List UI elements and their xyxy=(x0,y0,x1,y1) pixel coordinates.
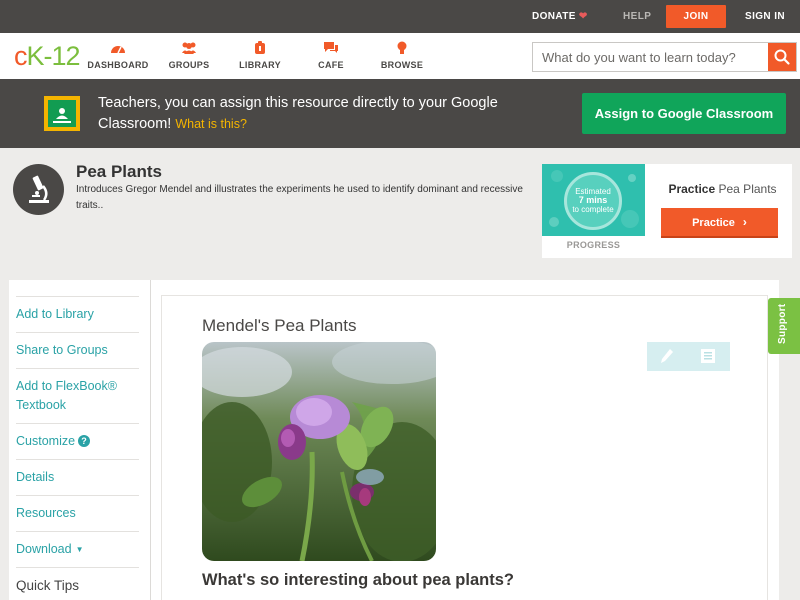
pencil-icon[interactable] xyxy=(661,349,673,363)
estimated-time-badge: Estimated 7 mins to complete xyxy=(564,172,622,230)
logo-num: 12 xyxy=(51,41,81,71)
donate-link[interactable]: DONATE ❤ xyxy=(532,0,588,33)
groups-icon xyxy=(182,42,196,54)
help-link[interactable]: HELP xyxy=(623,0,651,33)
nav-label: DASHBOARD xyxy=(87,60,149,70)
caret-down-icon: ▼ xyxy=(75,545,84,554)
customize-label: Customize xyxy=(16,434,76,448)
concept-title: Pea Plants xyxy=(76,162,162,181)
sidebar-item-add-to-flexbook[interactable]: Add to FlexBook® Textbook xyxy=(16,368,139,423)
nav-label: CAFE xyxy=(318,60,344,70)
what-is-this-link[interactable]: What is this? xyxy=(175,117,247,131)
concept-description: Introduces Gregor Mendel and illustrates… xyxy=(76,184,523,211)
support-label: Support xyxy=(777,303,788,344)
sign-in-link[interactable]: SIGN IN xyxy=(745,0,785,33)
pea-flower-image xyxy=(202,342,436,561)
donate-label: DONATE xyxy=(532,11,576,22)
search-box xyxy=(532,42,797,72)
section-heading: What's so interesting about pea plants? xyxy=(202,571,514,589)
dashboard-icon xyxy=(111,46,125,54)
practice-title-rest: Pea Plants xyxy=(718,182,777,196)
ck12-logo[interactable]: cK-12 xyxy=(14,41,81,71)
google-classroom-icon xyxy=(44,96,80,131)
main-nav: cK-12 DASHBOARD GROUPS LIBRARY CAFE BROW… xyxy=(0,33,800,79)
chevron-right-icon: › xyxy=(742,215,747,229)
sidebar-item-customize[interactable]: Customize? xyxy=(16,423,139,459)
content-toolbar xyxy=(647,342,730,371)
logo-dash: - xyxy=(43,41,53,71)
main-content: Mendel's Pea Plants What's so interestin… xyxy=(151,280,779,600)
sidebar-item-download[interactable]: Download ▼ xyxy=(16,531,139,567)
search-icon xyxy=(774,49,790,65)
sidebar-item-add-to-library[interactable]: Add to Library xyxy=(16,296,139,332)
help-question-icon[interactable]: ? xyxy=(78,435,91,447)
notes-icon[interactable] xyxy=(701,349,715,363)
practice-card: Estimated 7 mins to complete PROGRESS Pr… xyxy=(542,164,792,258)
assign-to-google-classroom-button[interactable]: Assign to Google Classroom xyxy=(582,93,786,134)
content-title: Mendel's Pea Plants xyxy=(202,316,357,335)
practice-title-bold: Practice xyxy=(668,182,716,196)
nav-label: GROUPS xyxy=(168,60,210,70)
microscope-icon xyxy=(13,164,64,215)
content-panel: Mendel's Pea Plants What's so interestin… xyxy=(161,295,768,600)
nav-item-dashboard[interactable]: DASHBOARD xyxy=(83,41,153,70)
estimated-minutes: 7 mins xyxy=(578,195,608,205)
practice-button[interactable]: Practice › xyxy=(661,208,778,238)
library-icon xyxy=(255,41,265,54)
sidebar-item-details[interactable]: Details xyxy=(16,459,139,495)
nav-item-groups[interactable]: GROUPS xyxy=(154,41,224,70)
support-tab[interactable]: Support xyxy=(768,298,800,354)
banner-text: Teachers, you can assign this resource d… xyxy=(98,95,498,132)
sidebar: Add to Library Share to Groups Add to Fl… xyxy=(9,280,151,600)
to-complete-label: to complete xyxy=(572,205,614,214)
banner-message: Teachers, you can assign this resource d… xyxy=(98,93,538,135)
search-button[interactable] xyxy=(768,43,796,71)
practice-button-label: Practice xyxy=(692,217,735,229)
cafe-icon xyxy=(324,42,338,53)
top-bar: DONATE ❤ HELP JOIN SIGN IN xyxy=(0,0,800,33)
sidebar-item-resources[interactable]: Resources xyxy=(16,495,139,531)
progress-label: PROGRESS xyxy=(566,240,621,250)
nav-item-cafe[interactable]: CAFE xyxy=(296,41,366,70)
nav-item-library[interactable]: LIBRARY xyxy=(225,41,295,70)
browse-icon xyxy=(397,41,407,54)
nav-label: LIBRARY xyxy=(239,60,281,70)
nav-item-browse[interactable]: BROWSE xyxy=(367,41,437,70)
heart-icon: ❤ xyxy=(578,11,588,22)
nav-label: BROWSE xyxy=(380,60,424,70)
sidebar-item-share-to-groups[interactable]: Share to Groups xyxy=(16,332,139,368)
download-label: Download xyxy=(16,542,72,556)
google-classroom-banner: Teachers, you can assign this resource d… xyxy=(0,79,800,148)
practice-title: Practice Pea Plants xyxy=(660,182,785,196)
sidebar-item-quick-tips[interactable]: Quick Tips xyxy=(16,567,139,600)
logo-c: c xyxy=(14,41,27,71)
join-button[interactable]: JOIN xyxy=(666,5,726,28)
search-input[interactable] xyxy=(533,43,768,71)
practice-thumbnail[interactable]: Estimated 7 mins to complete xyxy=(542,164,645,236)
logo-k: K xyxy=(26,41,45,71)
